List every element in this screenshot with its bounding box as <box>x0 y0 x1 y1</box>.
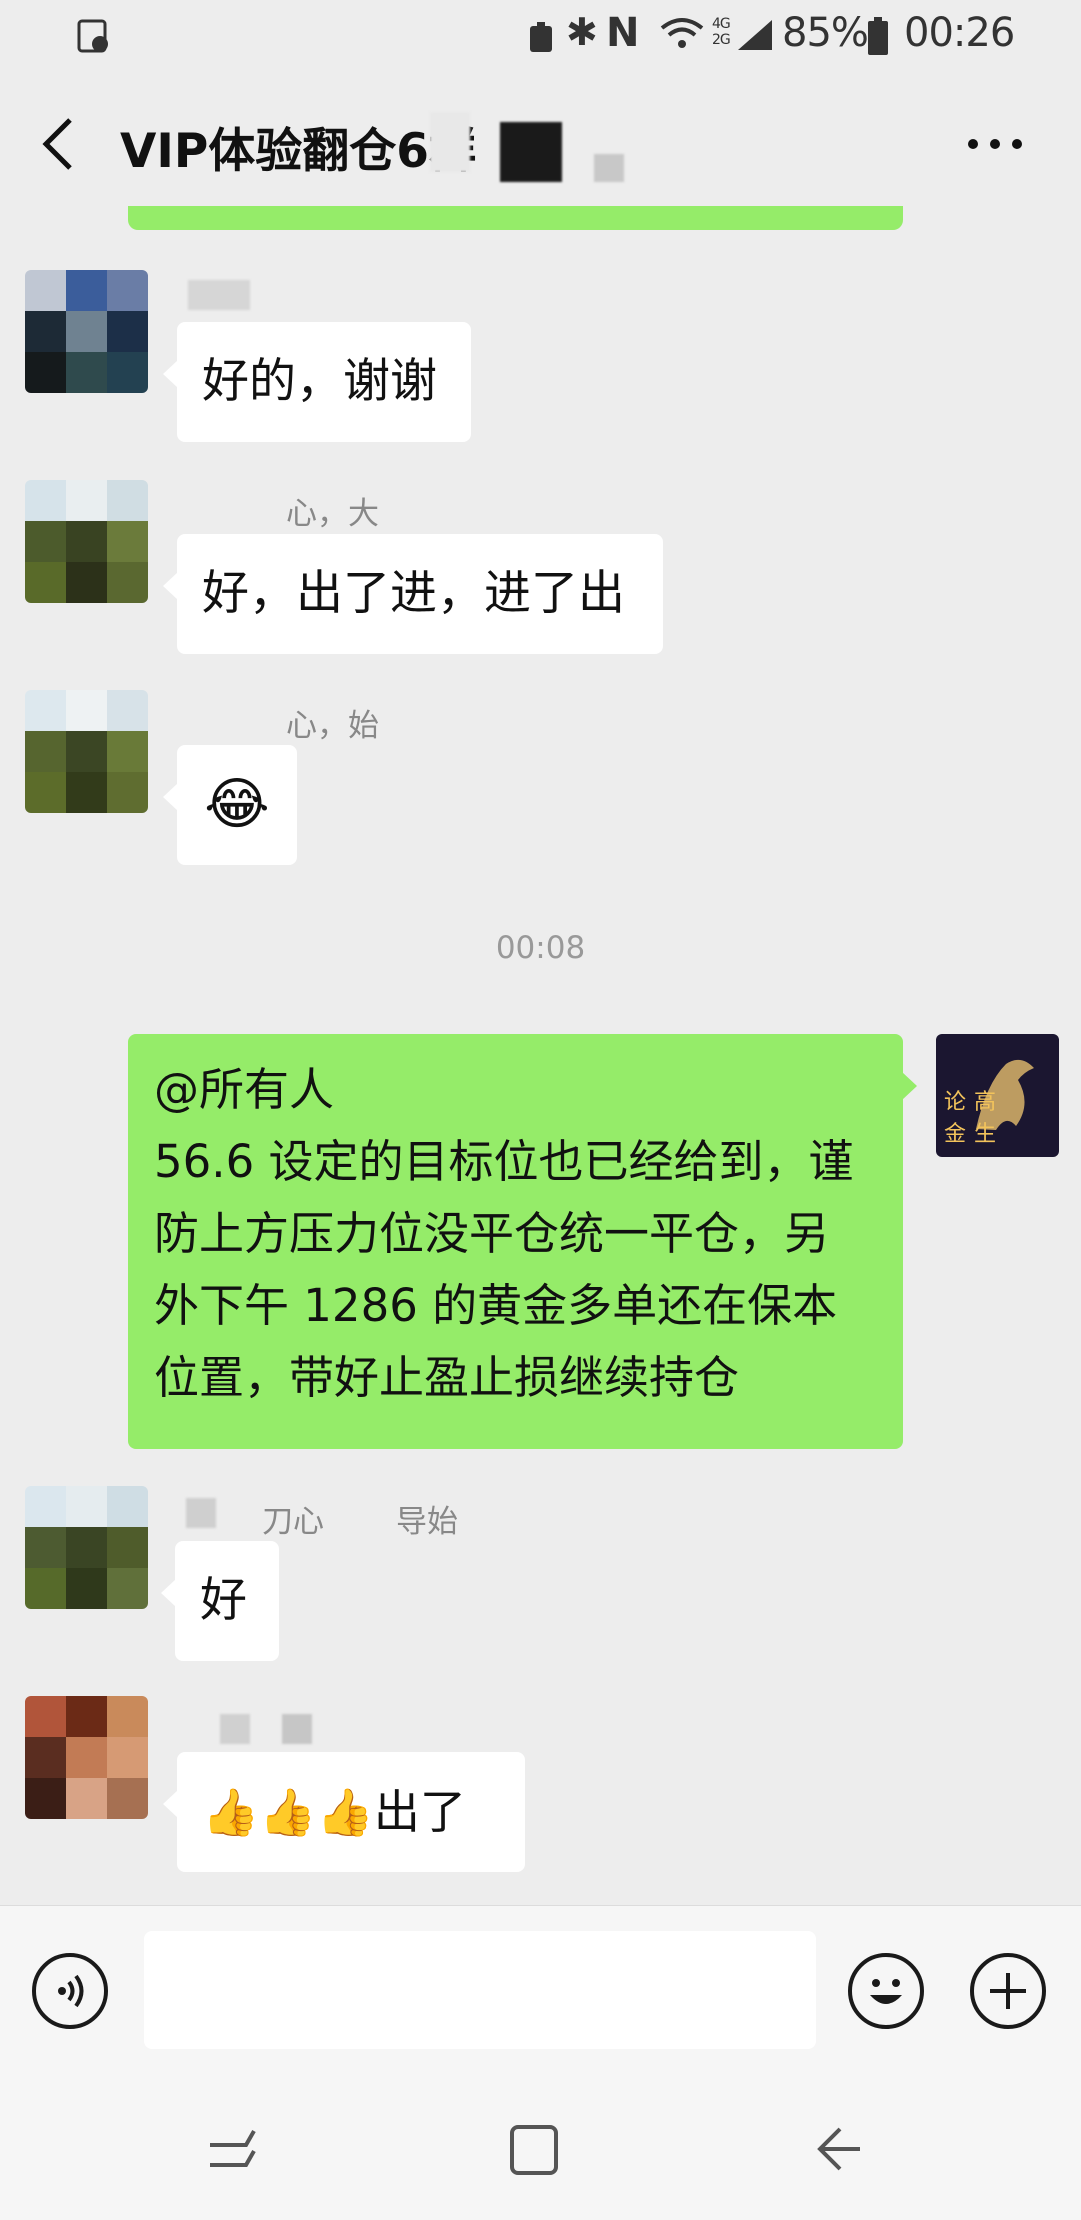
self-avatar[interactable]: 论 高 金 生 <box>936 1034 1059 1157</box>
message-line: 位置，带好止盈止损继续持仓 <box>154 1351 740 1404</box>
sender-name-redacted <box>188 280 250 310</box>
network-label: 4G 2G <box>712 16 731 48</box>
mention-text: @所有人 <box>154 1063 335 1116</box>
avatar[interactable] <box>25 1696 148 1819</box>
more-options-icon[interactable] <box>965 136 1025 152</box>
chat-header: VIP体验翻仓6群 <box>0 72 1081 214</box>
wifi-icon <box>660 18 704 48</box>
redacted-block <box>430 112 470 172</box>
redacted-block <box>594 154 624 182</box>
bluetooth-icon: ✱ <box>566 10 598 54</box>
back-icon[interactable] <box>814 2125 864 2173</box>
battery-saver-icon <box>530 22 552 52</box>
avatar-char: 高 <box>974 1090 997 1115</box>
avatar-char: 论 <box>944 1090 967 1115</box>
nfc-icon: N <box>606 10 639 56</box>
signal-icon <box>738 20 772 50</box>
system-nav-bar <box>0 2075 1081 2220</box>
message-bubble[interactable]: 好，出了进，进了出 <box>163 534 663 654</box>
status-bar: ✱ N 4G 2G 85% 00:26 <box>0 0 1081 72</box>
message-bubble[interactable]: 👍👍👍出了 <box>163 1752 525 1872</box>
message-text: 好 <box>200 1573 247 1628</box>
clock: 00:26 <box>904 10 1015 56</box>
message-text: 👍👍👍出了 <box>202 1785 466 1839</box>
emoji-laugh: 😂 <box>204 772 270 837</box>
back-arrow-icon[interactable] <box>40 116 76 172</box>
avatar-char: 金 <box>944 1122 967 1147</box>
message-text: 好，出了进，进了出 <box>202 566 625 621</box>
avatar[interactable] <box>25 270 148 393</box>
avatar[interactable] <box>25 690 148 813</box>
home-icon[interactable] <box>508 2123 560 2177</box>
message-line: 56.6 设定的目标位也已经给到，谨 <box>154 1135 854 1188</box>
time-divider: 00:08 <box>495 930 586 966</box>
screen-record-icon <box>77 19 108 53</box>
smiley-icon <box>870 1979 902 2004</box>
recent-apps-icon[interactable] <box>206 2125 258 2173</box>
sender-name-redacted <box>282 1714 312 1744</box>
self-message-bubble[interactable]: @所有人 56.6 设定的目标位也已经给到，谨 防上方压力位没平仓统一平仓，另 … <box>128 1034 917 1449</box>
message-input[interactable] <box>144 1931 816 2049</box>
avatar[interactable] <box>25 480 148 603</box>
message-line: 防上方压力位没平仓统一平仓，另 <box>154 1207 830 1260</box>
sender-name: 心，始 <box>286 708 379 744</box>
message-line: 外下午 1286 的黄金多单还在保本 <box>154 1279 838 1332</box>
message-bubble[interactable]: 好的，谢谢 <box>163 322 471 442</box>
battery-percent: 85% <box>782 10 869 56</box>
message-bubble[interactable]: 好 <box>161 1541 279 1661</box>
more-functions-button[interactable] <box>970 1953 1046 2029</box>
previous-message-bubble <box>128 206 903 230</box>
voice-icon <box>58 1974 84 2008</box>
chat-title: VIP体验翻仓6群 <box>120 124 477 179</box>
message-bubble[interactable]: 😂 <box>163 745 297 865</box>
message-text: 好的，谢谢 <box>202 354 437 409</box>
sender-name-redacted <box>220 1714 250 1744</box>
sender-name: 刀心 <box>262 1504 324 1540</box>
redacted-block <box>500 122 562 182</box>
input-bar <box>0 1905 1081 2076</box>
sender-name-redacted <box>186 1498 216 1528</box>
battery-icon <box>868 17 888 55</box>
emoji-button[interactable] <box>848 1953 924 2029</box>
voice-input-button[interactable] <box>32 1953 108 2029</box>
sender-name: 导始 <box>396 1504 458 1540</box>
plus-icon <box>990 1973 1026 2009</box>
avatar[interactable] <box>25 1486 148 1609</box>
sender-name: 心，大 <box>286 496 379 532</box>
avatar-char: 生 <box>974 1122 997 1147</box>
